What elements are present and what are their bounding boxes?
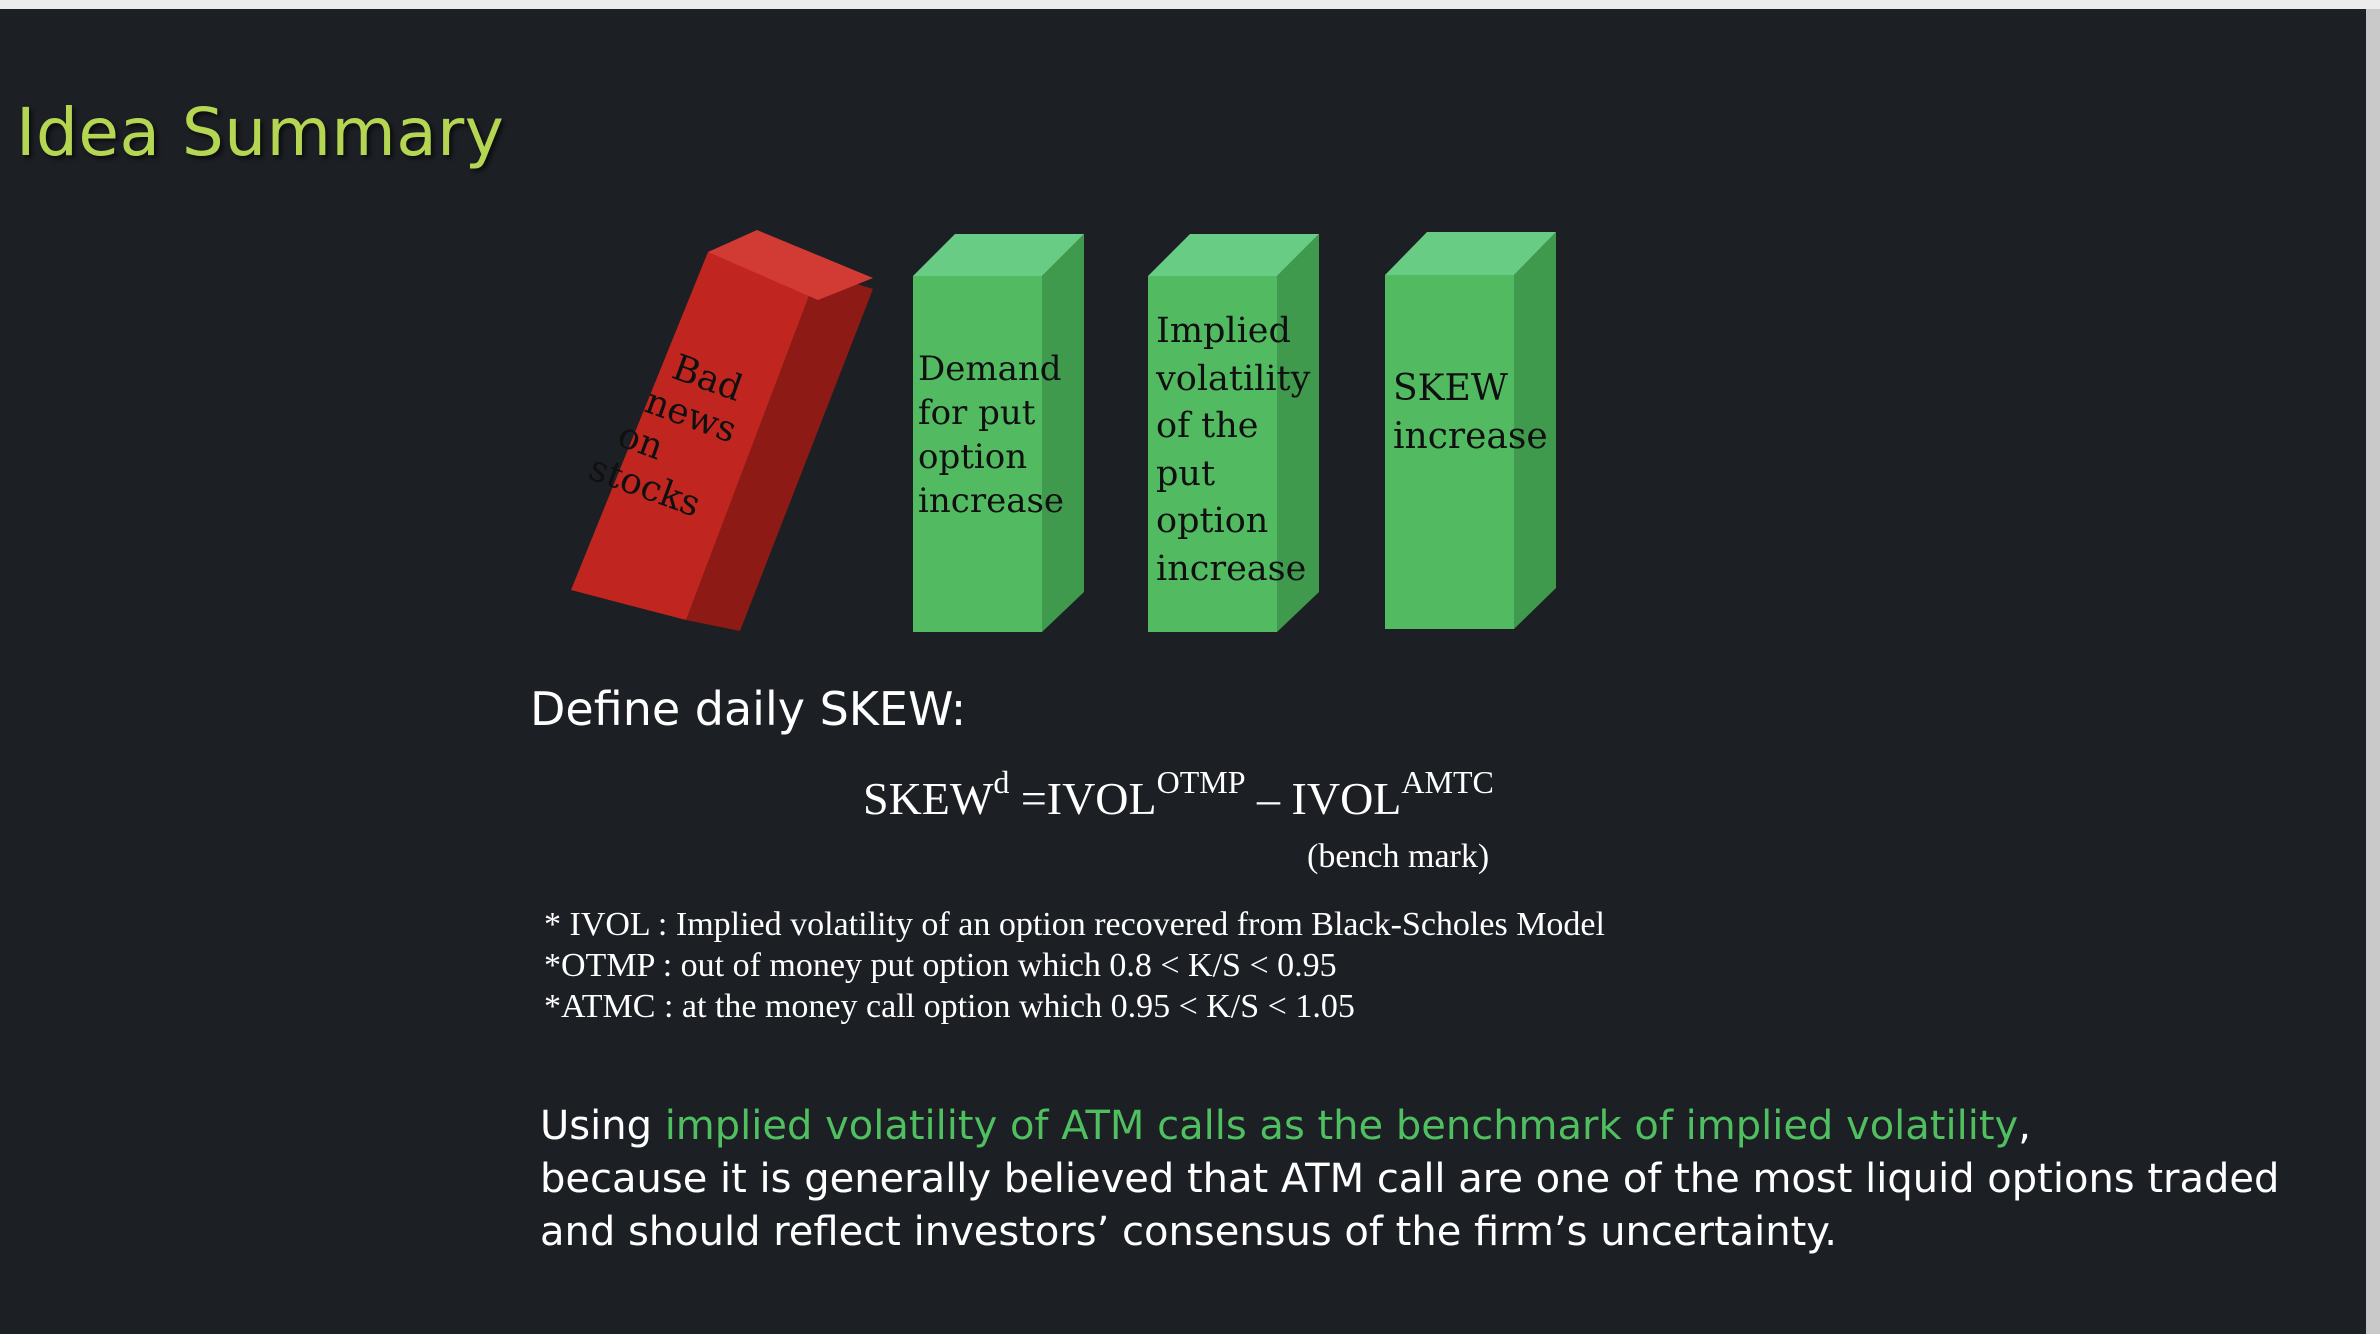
note-atmc: *ATMC : at the money call option which 0… [544,988,1355,1025]
block-skew-increase-label: SKEW increase [1393,365,1548,461]
block-label-line: SKEW [1393,368,1508,409]
formula-lhs-sup: d [993,764,1010,800]
block-label-line: Implied [1156,311,1291,351]
block-label-line: increase [918,481,1065,521]
block-label-line: put [1156,453,1216,494]
formula-lhs: SKEW [863,773,994,824]
block-label-line: volatility [1156,358,1311,399]
paragraph-comma: , [2018,1103,2031,1149]
block-demand-label: Demand for put option increase [918,347,1064,523]
paragraph-highlight: implied volatility of ATM calls as the b… [664,1103,2019,1149]
block-label-line: increase [1393,416,1548,457]
formula-sup-amtc: AMTC [1401,764,1494,800]
formula-minus: – IVOL [1245,773,1402,824]
paragraph-rest: because it is generally believed that AT… [540,1156,2280,1255]
bench-mark-note: (bench mark) [1307,838,1490,875]
formula-sup-otmp: OTMP [1156,764,1246,800]
define-heading: Define daily SKEW: [530,682,967,736]
note-otmp: *OTMP : out of money put option which 0.… [544,947,1337,984]
formula-eq: =IVOL [1009,773,1157,824]
skew-formula: SKEWd =IVOLOTMP – IVOLAMTC [863,766,1494,825]
block-label-line: increase [1156,548,1307,589]
block-label-line: option [918,437,1028,477]
definition-notes: * IVOL : Implied volatility of an option… [544,904,1605,1027]
block-implied-volatility-label: Implied volatility of the put option inc… [1156,308,1310,593]
note-ivol: * IVOL : Implied volatility of an option… [544,906,1605,943]
block-label-line: Demand [918,349,1062,389]
block-label-line: option [1156,501,1269,541]
summary-paragraph: Using implied volatility of ATM calls as… [540,1100,2340,1259]
block-label-line: of the [1156,406,1259,446]
block-label-line: for put [918,393,1036,433]
paragraph-prefix: Using [540,1103,665,1149]
